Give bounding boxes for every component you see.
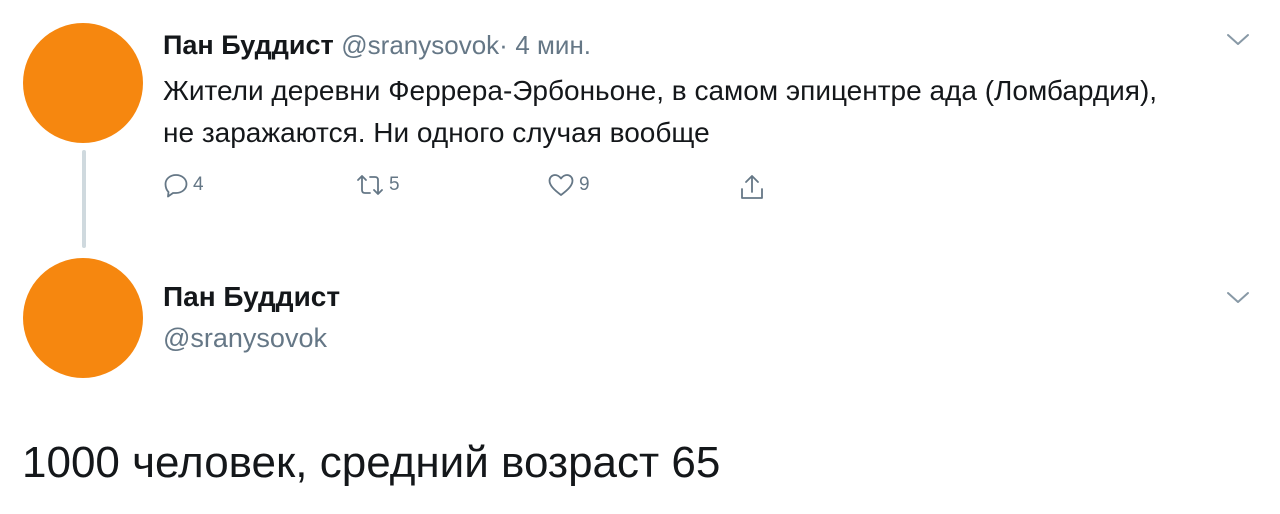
user-handle[interactable]: @sranysovok [341, 30, 499, 60]
chevron-down-icon[interactable] [1225, 32, 1251, 48]
heart-icon [548, 174, 574, 196]
separator-dot: · [499, 30, 508, 60]
timestamp[interactable]: 4 мин. [515, 30, 591, 60]
thread-connector-line [82, 150, 86, 248]
retweet-button[interactable]: 5 [355, 172, 400, 198]
retweet-count: 5 [389, 174, 400, 195]
reply-button[interactable]: 4 [163, 172, 204, 198]
user-handle[interactable]: @sranysovok [163, 323, 327, 354]
chevron-down-icon[interactable] [1225, 290, 1251, 306]
like-count: 9 [579, 174, 590, 195]
display-name[interactable]: Пан Буддист [163, 30, 334, 60]
share-button[interactable] [739, 172, 765, 202]
tweet-header: Пан Буддист @sranysovok· 4 мин. [163, 28, 591, 62]
retweet-icon [357, 175, 383, 195]
avatar[interactable] [23, 23, 143, 143]
share-icon [741, 175, 763, 199]
reply-icon [164, 174, 188, 198]
display-name[interactable]: Пан Буддист [163, 281, 340, 313]
tweet-text: Жители деревни Феррера-Эрбоньоне, в само… [163, 75, 1158, 148]
reply-count: 4 [193, 174, 204, 195]
tweet-text: 1000 человек, средний возраст 65 [22, 438, 721, 487]
avatar[interactable] [23, 258, 143, 378]
like-button[interactable]: 9 [547, 172, 590, 198]
